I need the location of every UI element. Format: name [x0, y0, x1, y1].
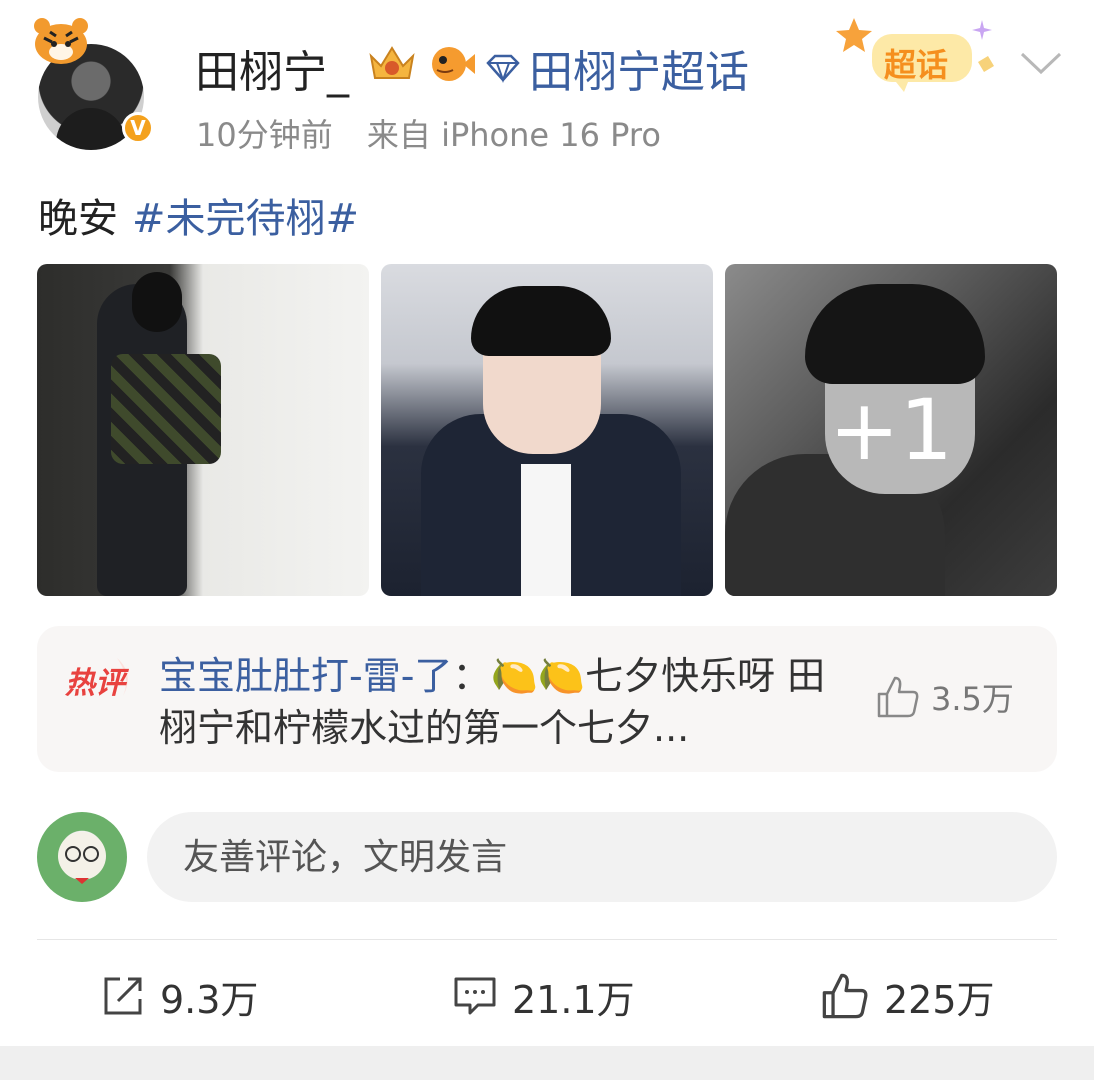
- post-time: 10分钟前: [196, 116, 333, 154]
- hot-comment-card[interactable]: 热评 宝宝肚肚打-雷-了：🍋🍋七夕快乐呀 田栩宁和柠檬水过的第一个七夕... 3…: [37, 626, 1057, 772]
- comment-icon: [454, 977, 496, 1015]
- repost-icon: [104, 977, 142, 1015]
- verified-icon: V: [122, 112, 154, 144]
- hot-label-text: 热评: [65, 666, 125, 701]
- crown-badge-icon: [369, 46, 415, 79]
- post-text: 晚安 #未完待栩#: [38, 186, 359, 244]
- fish-badge-icon: [432, 47, 475, 81]
- hot-commenter-name[interactable]: 宝宝肚肚打-雷-了: [159, 654, 452, 698]
- bottom-separator: [0, 1046, 1094, 1080]
- hot-comment-label: 热评: [65, 656, 135, 701]
- diamond-icon: [486, 54, 520, 83]
- hot-comment-text: 宝宝肚肚打-雷-了：🍋🍋七夕快乐呀 田栩宁和柠檬水过的第一个七夕...: [159, 650, 849, 754]
- supertopic-badge[interactable]: 超话: [836, 14, 996, 94]
- avatar-sheep-icon: [58, 832, 106, 884]
- supertopic-link-label[interactable]: 田栩宁超话: [529, 36, 749, 100]
- repost-button[interactable]: 9.3万: [100, 966, 258, 1026]
- author-badges: [365, 40, 477, 86]
- lemon-emoji: 🍋🍋: [490, 654, 586, 698]
- repost-count: 9.3万: [160, 977, 259, 1022]
- hashtag-link[interactable]: #未完待栩#: [132, 196, 359, 242]
- post-body-text: 晚安: [38, 196, 118, 242]
- author-avatar-container[interactable]: V: [34, 18, 158, 150]
- hot-comment-separator: ：: [452, 654, 491, 698]
- comment-button[interactable]: 21.1万: [452, 966, 635, 1026]
- like-count: 225万: [884, 977, 995, 1022]
- hot-comment-like-count: 3.5万: [931, 680, 1014, 718]
- comment-input[interactable]: [147, 812, 1057, 902]
- like-button[interactable]: 225万: [820, 966, 995, 1026]
- thumbs-up-icon: [877, 676, 919, 718]
- chevron-down-icon[interactable]: [1016, 44, 1066, 84]
- thumbs-up-icon: [822, 973, 868, 1019]
- divider: [37, 939, 1057, 940]
- post-meta: 10分钟前 来自 iPhone 16 Pro: [196, 110, 661, 156]
- my-avatar[interactable]: [37, 812, 127, 902]
- supertopic-badge-label: 超话: [884, 46, 949, 84]
- tiger-icon: [34, 18, 88, 64]
- post-image-1[interactable]: [37, 264, 369, 596]
- comment-count: 21.1万: [512, 977, 635, 1022]
- post-source: 来自 iPhone 16 Pro: [366, 116, 661, 154]
- more-images-count[interactable]: +1: [725, 264, 1057, 596]
- author-username[interactable]: 田栩宁_: [195, 36, 349, 100]
- hot-comment-like-button[interactable]: 3.5万: [875, 674, 1014, 720]
- post-image-3[interactable]: +1: [725, 264, 1057, 596]
- supertopic-link[interactable]: 田栩宁超话: [485, 36, 749, 100]
- post-image-2[interactable]: [381, 264, 713, 596]
